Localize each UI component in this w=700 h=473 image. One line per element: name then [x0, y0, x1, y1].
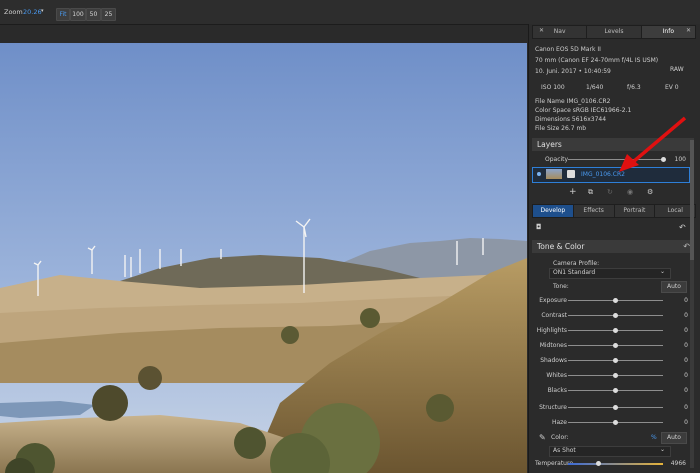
chevron-down-icon[interactable]: ⌄ [660, 268, 665, 275]
slider-value-contrast: 0 [684, 312, 688, 319]
slider-knob-whites[interactable] [613, 373, 618, 378]
slider-structure[interactable] [568, 405, 663, 410]
slider-knob-shadows[interactable] [613, 358, 618, 363]
slider-shadows[interactable] [568, 358, 663, 363]
slider-exposure[interactable] [568, 298, 663, 303]
nav-close-icon[interactable]: ✕ [539, 27, 544, 34]
reset-layer-icon[interactable]: ↻ [607, 188, 613, 196]
slider-value-haze: 0 [684, 419, 688, 426]
slider-whites[interactable] [568, 373, 663, 378]
info-panel-tabs: Nav Levels Info [532, 25, 696, 39]
file-format: RAW [670, 66, 684, 73]
panel-scrollbar-thumb[interactable] [690, 140, 694, 260]
zoom-value[interactable]: 20.26 [23, 8, 42, 16]
tab-levels[interactable]: Levels [587, 26, 642, 38]
file-size: File Size 26.7 mb [535, 125, 587, 132]
reset-develop-icon[interactable]: ↶ [679, 223, 686, 232]
slider-label-midtones: Midtones [539, 342, 567, 349]
tone-auto-label: Auto [667, 283, 681, 290]
slider-contrast[interactable] [568, 313, 663, 318]
slider-label-blacks: Blacks [547, 387, 567, 394]
add-layer-icon[interactable]: + [569, 187, 577, 197]
slider-knob-blacks[interactable] [613, 388, 618, 393]
shutter-value: 1/640 [586, 84, 604, 91]
mask-layer-icon[interactable]: ◉ [627, 188, 633, 196]
slider-knob-highlights[interactable] [613, 328, 618, 333]
slider-value-exposure: 0 [684, 297, 688, 304]
slider-value-whites: 0 [684, 372, 688, 379]
slider-knob-midtones[interactable] [613, 343, 618, 348]
slider-value-blacks: 0 [684, 387, 688, 394]
slider-knob-exposure[interactable] [613, 298, 618, 303]
slider-knob-structure[interactable] [613, 405, 618, 410]
landscape-image [0, 43, 527, 473]
zoom-dropdown-icon[interactable]: ▾ [41, 8, 44, 14]
temperature-slider[interactable] [568, 461, 663, 466]
tone-label: Tone: [553, 283, 569, 290]
tone-color-title: Tone & Color [537, 242, 585, 251]
layers-title: Layers [537, 140, 562, 149]
slider-haze[interactable] [568, 420, 663, 425]
slider-label-exposure: Exposure [539, 297, 567, 304]
duplicate-layer-icon[interactable]: ⧉ [588, 188, 593, 197]
slider-value-shadows: 0 [684, 357, 688, 364]
layer-thumbnail [546, 169, 562, 179]
layer-settings-icon[interactable]: ⚙ [647, 188, 653, 196]
info-close-icon[interactable]: ✕ [686, 27, 691, 34]
camera-profile-label: Camera Profile: [553, 260, 600, 267]
slider-knob-contrast[interactable] [613, 313, 618, 318]
zoom-50-button[interactable]: 50 [86, 8, 101, 21]
slider-value-highlights: 0 [684, 327, 688, 334]
slider-knob-haze[interactable] [613, 420, 618, 425]
slider-highlights[interactable] [568, 328, 663, 333]
zoom-label: Zoom [4, 8, 23, 16]
ev-value: EV 0 [665, 84, 679, 91]
annotation-arrow [619, 116, 687, 172]
layer-visibility-icon[interactable] [537, 172, 541, 176]
slider-label-haze: Haze [551, 419, 567, 426]
slider-value-midtones: 0 [684, 342, 688, 349]
aperture-value: f/6.3 [627, 84, 641, 91]
eyedropper-icon[interactable]: ✎ [539, 433, 546, 442]
opacity-label: Opacity [545, 156, 569, 163]
slider-label-contrast: Contrast [541, 312, 567, 319]
slider-value-structure: 0 [684, 404, 688, 411]
temperature-slider-knob[interactable] [596, 461, 601, 466]
layer-mask-icon[interactable] [567, 170, 575, 178]
photo-preview[interactable] [0, 43, 527, 473]
tone-color-header[interactable]: Tone & Color ↶ [532, 240, 694, 253]
zoom-fit-button[interactable]: Fit [56, 8, 70, 21]
top-toolbar: Zoom 20.26 ▾ Fit 100 50 25 [0, 0, 700, 25]
capture-date: 10. Juni. 2017 • 10:40:59 [535, 68, 611, 75]
color-auto-label: Auto [667, 434, 681, 441]
file-name: File Name IMG_0106.CR2 [535, 98, 611, 105]
module-tabs: Develop Effects Portrait Local [532, 204, 696, 218]
slider-label-whites: Whites [546, 372, 567, 379]
color-percent-icon[interactable]: % [651, 434, 657, 441]
temperature-value: 4966 [670, 460, 686, 467]
color-label: Color: [551, 434, 569, 441]
zoom-25-button[interactable]: 25 [101, 8, 116, 21]
slider-label-shadows: Shadows [540, 357, 567, 364]
slider-label-highlights: Highlights [536, 327, 567, 334]
slider-label-structure: Structure [539, 404, 567, 411]
camera-model: Canon EOS 5D Mark II [535, 46, 601, 53]
tab-develop[interactable]: Develop [533, 205, 574, 217]
iso-value: ISO 100 [541, 84, 565, 91]
camera-icon[interactable]: ◘ [536, 223, 542, 231]
canvas-margin [0, 25, 527, 43]
wb-chevron-down-icon[interactable]: ⌄ [660, 446, 665, 453]
white-balance-value: As Shot [553, 447, 576, 454]
slider-blacks[interactable] [568, 388, 663, 393]
dimensions: Dimensions 5616x3744 [535, 116, 607, 123]
camera-profile-value: ON1 Standard [553, 269, 596, 276]
tab-portrait[interactable]: Portrait [615, 205, 656, 217]
tab-effects[interactable]: Effects [574, 205, 615, 217]
slider-midtones[interactable] [568, 343, 663, 348]
lens-info: 70 mm (Canon EF 24-70mm f/4L IS USM) [535, 57, 659, 64]
tone-color-reset-icon[interactable]: ↶ [683, 240, 690, 253]
zoom-100-button[interactable]: 100 [70, 8, 86, 21]
